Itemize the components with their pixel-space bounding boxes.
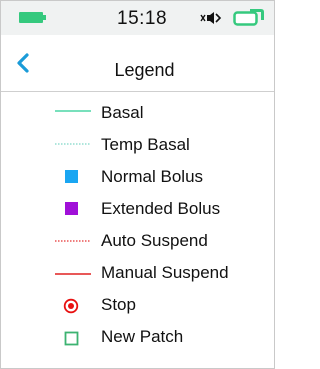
legend-item-manual-suspend: Manual Suspend: [1, 259, 274, 291]
legend-item-auto-suspend: Auto Suspend: [1, 227, 274, 259]
stop-circle-icon: [53, 291, 93, 323]
legend-item-new-patch: New Patch: [1, 323, 274, 355]
solid-line-icon: [53, 259, 93, 291]
filled-square-icon: [53, 163, 93, 195]
speaker-mute-icon: [200, 12, 222, 24]
legend-label: Temp Basal: [101, 135, 190, 154]
legend-label: Stop: [101, 295, 136, 314]
legend-list: Basal Temp Basal Normal Bolus Extended B…: [1, 99, 274, 355]
legend-label: Basal: [101, 103, 144, 122]
legend-screen: 15:18 Legend Basal Temp Basal Normal Bol…: [0, 0, 275, 369]
page-title: Legend: [114, 60, 175, 80]
dotted-line-icon: [53, 131, 93, 163]
legend-item-stop: Stop: [1, 291, 274, 323]
legend-label: New Patch: [101, 327, 184, 346]
legend-item-extended-bolus: Extended Bolus: [1, 195, 274, 227]
patch-icon: [233, 9, 264, 26]
dotted-line-icon: [53, 227, 93, 259]
legend-label: Extended Bolus: [101, 199, 221, 218]
legend-label: Auto Suspend: [101, 231, 208, 250]
legend-item-basal: Basal: [1, 99, 274, 131]
status-bar: 15:18: [1, 1, 274, 35]
status-time: 15:18: [117, 8, 168, 29]
legend-item-temp-basal: Temp Basal: [1, 131, 274, 163]
legend-label: Normal Bolus: [101, 167, 204, 186]
filled-square-icon: [53, 195, 93, 227]
legend-item-normal-bolus: Normal Bolus: [1, 163, 274, 195]
hollow-square-icon: [53, 323, 93, 355]
battery-icon: [19, 12, 46, 23]
solid-line-icon: [53, 99, 93, 131]
header: Legend: [1, 35, 274, 92]
legend-label: Manual Suspend: [101, 263, 229, 282]
